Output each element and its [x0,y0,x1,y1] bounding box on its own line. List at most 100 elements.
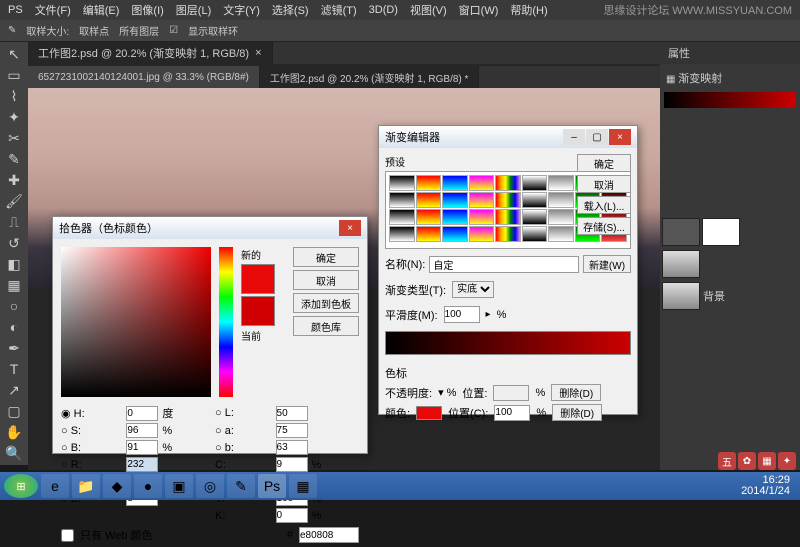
preset-swatch[interactable] [442,192,468,208]
clock[interactable]: 16:292014/1/24 [741,475,796,497]
marquee-tool[interactable]: ▭ [2,65,26,85]
c-input[interactable] [276,457,308,472]
menu-select[interactable]: 选择(S) [272,2,309,18]
gradient-map-preview[interactable] [664,92,796,108]
doc-tab-main[interactable]: 工作图2.psd @ 20.2% (渐变映射 1, RGB/8)× [28,42,273,64]
tb-ie[interactable]: e [41,474,69,498]
menu-ps[interactable]: PS [8,4,23,16]
smooth-input[interactable] [444,306,480,323]
preset-swatch[interactable] [522,192,548,208]
hex-input[interactable] [299,527,359,543]
sample-layers[interactable]: 所有图层 [119,23,159,38]
history-tool[interactable]: ↺ [2,233,26,253]
grad-ok-button[interactable]: 确定 [577,154,631,172]
hand-tool[interactable]: ✋ [2,422,26,442]
k-input[interactable] [276,508,308,523]
doc-tab-1[interactable]: 6527231002140124001.jpg @ 33.3% (RGB/8#) [28,66,260,88]
max-icon[interactable]: ▢ [586,129,608,145]
wand-tool[interactable]: ✦ [2,107,26,127]
grad-new-button[interactable]: 新建(W) [583,255,631,273]
ok-button[interactable]: 确定 [293,247,359,267]
start-button[interactable]: ⊞ [4,474,38,498]
preset-swatch[interactable] [416,192,442,208]
brush-tool[interactable]: 🖌 [2,191,26,211]
blur-tool[interactable]: ○ [2,296,26,316]
tray-4[interactable]: ✦ [778,452,796,470]
preset-swatch[interactable] [442,226,468,242]
hue-slider[interactable] [219,247,233,397]
menu-window[interactable]: 窗口(W) [459,2,499,18]
type-tool[interactable]: T [2,359,26,379]
preset-swatch[interactable] [389,209,415,225]
layer-mask[interactable] [702,218,740,246]
preset-swatch[interactable] [522,209,548,225]
tb-app1[interactable]: ◆ [103,474,131,498]
tb-app3[interactable]: ▣ [165,474,193,498]
delete-color-stop[interactable]: 删除(D) [552,404,602,421]
b2-input[interactable] [276,440,308,455]
props-tab[interactable]: 属性 [668,45,690,61]
grad-titlebar[interactable]: 渐变编辑器 –▢× [379,126,637,148]
menu-edit[interactable]: 编辑(E) [83,2,120,18]
min-icon[interactable]: – [563,129,585,145]
add-swatch-button[interactable]: 添加到色板 [293,293,359,313]
tb-app4[interactable]: ◎ [196,474,224,498]
gradient-ramp[interactable] [385,331,631,355]
menu-image[interactable]: 图像(I) [131,2,163,18]
s-input[interactable] [126,423,158,438]
tb-app6[interactable]: ▦ [289,474,317,498]
eyedropper-tool[interactable]: ✎ [2,149,26,169]
eraser-tool[interactable]: ◧ [2,254,26,274]
zoom-tool[interactable]: 🔍 [2,443,26,463]
grad-save-button[interactable]: 存储(S)... [577,217,631,235]
preset-swatch[interactable] [416,226,442,242]
layer-thumb-adj[interactable] [662,218,700,246]
lasso-tool[interactable]: ⌇ [2,86,26,106]
stamp-tool[interactable]: ⎍ [2,212,26,232]
close-icon[interactable]: × [255,47,261,59]
pen-tool[interactable]: ✒ [2,338,26,358]
path-tool[interactable]: ↗ [2,380,26,400]
preset-swatch[interactable] [389,226,415,242]
grad-type-select[interactable]: 实底 [452,281,494,298]
preset-swatch[interactable] [416,209,442,225]
sv-field[interactable] [61,247,211,397]
a-input[interactable] [276,423,308,438]
preset-swatch[interactable] [495,175,521,191]
tray-2[interactable]: ✿ [738,452,756,470]
move-tool[interactable]: ↖ [2,44,26,64]
picker-titlebar[interactable]: 拾色器（色标颜色） × [53,217,367,239]
menu-filter[interactable]: 滤镜(T) [321,2,357,18]
preset-swatch[interactable] [469,175,495,191]
grad-cancel-button[interactable]: 取消 [577,175,631,193]
tray-3[interactable]: ▦ [758,452,776,470]
web-only-checkbox[interactable] [61,529,74,542]
h-input[interactable] [126,406,158,421]
menu-3d[interactable]: 3D(D) [369,4,398,16]
doc-tab-2[interactable]: 工作图2.psd @ 20.2% (渐变映射 1, RGB/8) * [260,66,480,88]
bval-input[interactable] [126,440,158,455]
r-input[interactable] [126,457,158,472]
grad-name-input[interactable] [429,256,579,273]
preset-swatch[interactable] [416,175,442,191]
close-icon[interactable]: × [339,220,361,236]
tb-ps[interactable]: Ps [258,474,286,498]
show-ring[interactable]: 显示取样环 [188,23,238,38]
layer-thumb-sky[interactable] [662,250,700,278]
preset-swatch[interactable] [495,209,521,225]
preset-swatch[interactable] [548,175,574,191]
menu-help[interactable]: 帮助(H) [510,2,547,18]
l-input[interactable] [276,406,308,421]
preset-swatch[interactable] [469,226,495,242]
preset-swatch[interactable] [522,175,548,191]
cancel-button[interactable]: 取消 [293,270,359,290]
preset-swatch[interactable] [442,209,468,225]
stop-color-swatch[interactable] [416,406,442,420]
tb-explorer[interactable]: 📁 [72,474,100,498]
preset-swatch[interactable] [389,192,415,208]
close-icon[interactable]: × [609,129,631,145]
layer-thumb-bg[interactable] [662,282,700,310]
tb-app2[interactable]: ● [134,474,162,498]
crop-tool[interactable]: ✂ [2,128,26,148]
sample-size-value[interactable]: 取样点 [79,23,109,38]
